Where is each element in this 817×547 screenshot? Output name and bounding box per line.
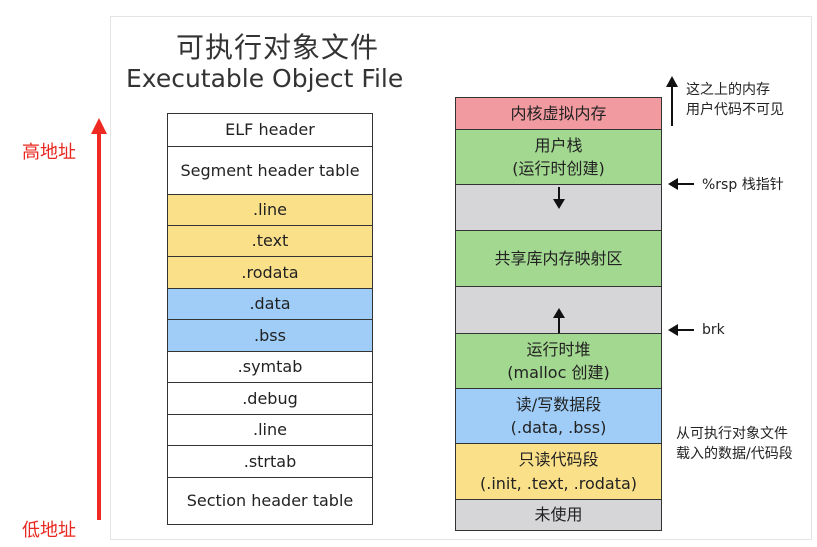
heap-growth-shaft — [557, 317, 560, 333]
section-line-2: .line — [168, 415, 372, 446]
read-only-code-segment-note: (.init, .text, .rodata) — [479, 473, 638, 493]
title-chinese: 可执行对象文件 — [176, 31, 380, 64]
kernel-invisible-note-line2: 用户代码不可见 — [686, 102, 784, 119]
high-address-label: 高地址 — [22, 142, 76, 163]
shared-library-mapping-label: 共享库内存映射区 — [494, 248, 623, 268]
title-english: Executable Object File — [126, 64, 404, 93]
section-header-table: Section header table — [168, 478, 372, 524]
section-header-table-label: Section header table — [186, 491, 354, 511]
section-text-label: .text — [251, 231, 289, 251]
section-rodata-label: .rodata — [241, 262, 299, 282]
segment-header-table-label: Segment header table — [180, 160, 360, 180]
section-bss-label: .bss — [254, 325, 286, 345]
rsp-pointer: %rsp 栈指针 — [668, 174, 784, 194]
section-line-2-label: .line — [253, 420, 287, 440]
read-only-code-segment-title: 只读代码段 — [518, 450, 599, 470]
section-data-label: .data — [249, 294, 291, 314]
unused-region: 未使用 — [456, 500, 661, 530]
read-write-segment: 读/写数据段 (.data, .bss) — [456, 389, 661, 444]
shared-library-mapping: 共享库内存映射区 — [456, 231, 661, 287]
address-arrow-head-icon — [91, 118, 107, 134]
left-arrow-icon — [668, 178, 694, 190]
address-arrow-shaft — [97, 130, 101, 520]
loaded-from-file-note-line1: 从可执行对象文件 — [676, 426, 788, 442]
section-bss: .bss — [168, 320, 372, 352]
stack-growth-down-arrow-icon — [552, 199, 565, 209]
loaded-from-file-note-line2: 载入的数据/代码段 — [676, 446, 793, 463]
section-text: .text — [168, 226, 372, 257]
heap-growth-gap — [456, 287, 661, 334]
kernel-boundary-arrow-shaft — [671, 86, 673, 126]
section-strtab-label: .strtab — [243, 451, 297, 471]
runtime-heap-note: (malloc 创建) — [507, 363, 610, 382]
read-only-code-segment: 只读代码段 (.init, .text, .rodata) — [456, 444, 661, 500]
elf-file-layout: ELF header Segment header table .line .t… — [167, 113, 373, 525]
section-symtab: .symtab — [168, 352, 372, 383]
brk-pointer-label: brk — [702, 322, 725, 338]
kernel-virtual-memory: 内核虚拟内存 — [456, 98, 661, 130]
stack-growth-gap — [456, 185, 661, 231]
section-symtab-label: .symtab — [237, 357, 303, 377]
kernel-invisible-note: 这之上的内存 用户代码不可见 — [686, 80, 784, 121]
loaded-from-file-note: 从可执行对象文件 载入的数据/代码段 — [676, 424, 793, 465]
section-strtab: .strtab — [168, 446, 372, 478]
elf-header-label: ELF header — [225, 120, 315, 140]
section-rodata: .rodata — [168, 257, 372, 289]
read-write-segment-note: (.data, .bss) — [510, 418, 607, 437]
rsp-pointer-label: %rsp 栈指针 — [702, 177, 784, 193]
elf-header: ELF header — [168, 114, 372, 147]
unused-region-label: 未使用 — [534, 505, 583, 525]
kernel-virtual-memory-label: 内核虚拟内存 — [510, 103, 607, 123]
runtime-heap: 运行时堆 (malloc 创建) — [456, 334, 661, 389]
low-address-label: 低地址 — [22, 520, 76, 541]
read-write-segment-title: 读/写数据段 — [515, 394, 602, 414]
segment-header-table: Segment header table — [168, 147, 372, 195]
section-debug-label: .debug — [242, 388, 298, 408]
user-stack: 用户栈 (运行时创建) — [456, 130, 661, 185]
memory-layout: 内核虚拟内存 用户栈 (运行时创建) 共享库内存映射区 运行时堆 (malloc… — [455, 97, 662, 531]
left-arrow-icon — [668, 324, 694, 336]
user-stack-title: 用户栈 — [534, 135, 583, 155]
section-data: .data — [168, 289, 372, 320]
kernel-invisible-note-line1: 这之上的内存 — [686, 82, 770, 98]
brk-pointer: brk — [668, 322, 725, 338]
user-stack-note: (运行时创建) — [512, 159, 605, 178]
section-debug: .debug — [168, 383, 372, 415]
section-line-1: .line — [168, 195, 372, 226]
runtime-heap-title: 运行时堆 — [526, 339, 591, 359]
section-line-1-label: .line — [253, 200, 287, 220]
